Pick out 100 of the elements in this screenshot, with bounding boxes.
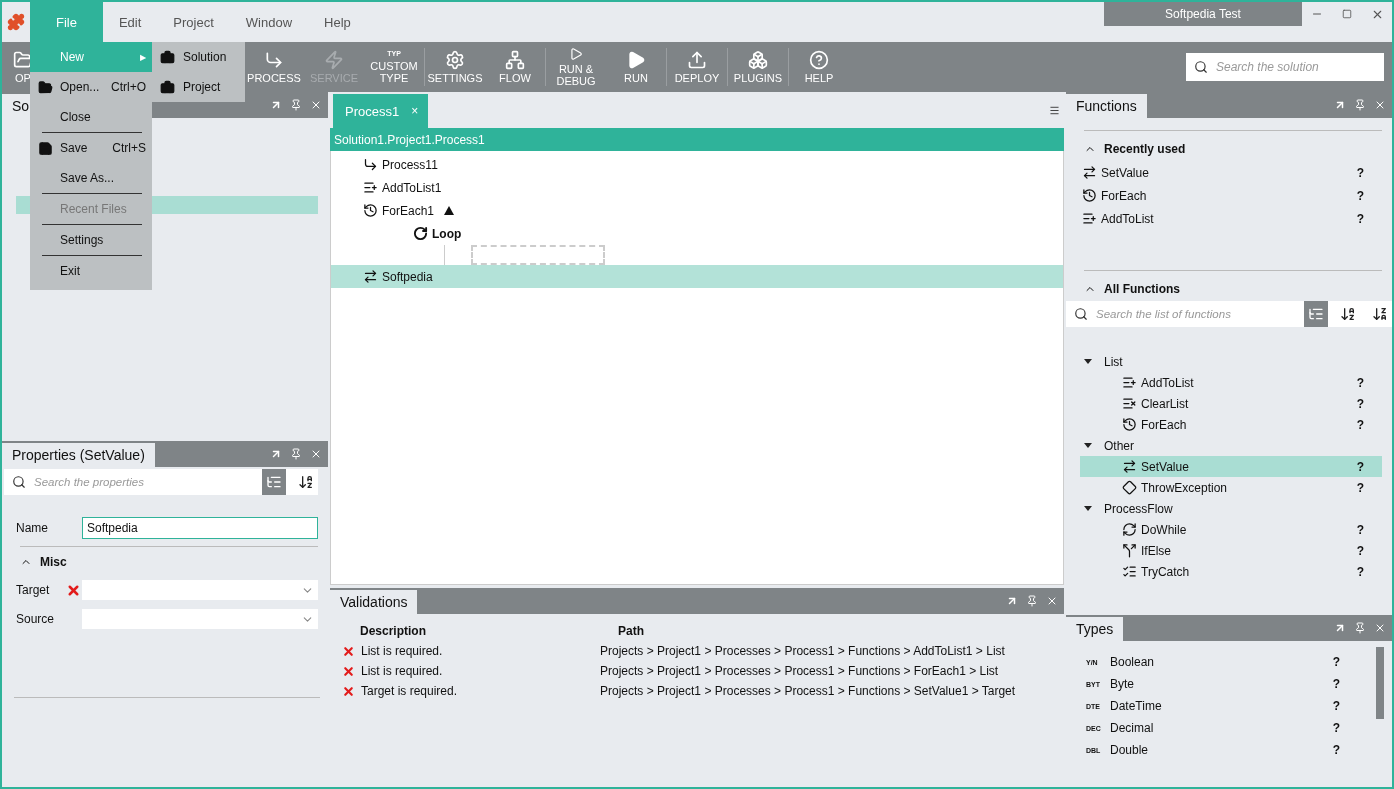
function-item[interactable]: TryCatch ? (1080, 561, 1382, 582)
toolbar-button[interactable]: PROCESS (244, 42, 304, 92)
toolbar-button[interactable]: RUN (606, 42, 666, 92)
column-header: Path (617, 624, 645, 638)
function-icon (1122, 480, 1137, 495)
node-icon (363, 269, 378, 284)
toolbar-icon (264, 50, 284, 70)
toolbar-icon (687, 50, 707, 70)
loop-node[interactable]: Loop (331, 222, 1063, 245)
scrollbar[interactable] (1376, 647, 1384, 719)
menu-item[interactable]: Help (308, 2, 367, 42)
float-icon[interactable] (1006, 595, 1018, 607)
menu-entry[interactable]: Solution (152, 42, 245, 72)
close-icon[interactable] (1046, 595, 1058, 607)
node-icon (363, 203, 378, 218)
toolbar-button[interactable]: HELP (789, 42, 849, 92)
error-icon (342, 664, 355, 678)
float-icon[interactable] (270, 448, 282, 460)
function-item[interactable]: AddToList ? (1066, 207, 1392, 230)
name-field[interactable]: Softpedia (82, 517, 318, 539)
group-row[interactable]: ProcessFlow (1066, 498, 1392, 519)
panel-tab[interactable]: Properties (SetValue) (2, 443, 155, 467)
search-icon (1074, 307, 1088, 321)
function-item[interactable]: DoWhile ? (1080, 519, 1382, 540)
pin-icon[interactable] (1354, 622, 1366, 634)
breadcrumb: Solution1.Project1.Process1 (330, 128, 1064, 151)
flow-node[interactable]: ForEach1 (331, 199, 1063, 222)
menu-item[interactable]: Window (229, 2, 309, 42)
float-icon[interactable] (1334, 622, 1346, 634)
flow-node[interactable]: Softpedia (331, 265, 1063, 288)
column-header: Description (359, 624, 427, 638)
function-item[interactable]: ClearList ? (1080, 393, 1382, 414)
toolbar-icon (445, 50, 465, 70)
toolbar-button[interactable]: SETTINGS (425, 42, 485, 92)
toolbar-button[interactable]: RUN & DEBUG (546, 42, 606, 92)
function-item[interactable]: ForEach ? (1080, 414, 1382, 435)
toolbar-icon (809, 50, 829, 70)
panel-tab[interactable]: Types (1066, 617, 1124, 641)
dropdown-field[interactable] (82, 609, 318, 629)
toolbar-icon (569, 47, 583, 61)
function-icon (1122, 396, 1137, 411)
section-title: Recently used (1104, 142, 1186, 156)
collapse-toggle[interactable] (444, 206, 455, 215)
pin-icon[interactable] (1354, 99, 1366, 111)
menu-item[interactable]: Edit (102, 2, 158, 42)
function-icon (1122, 375, 1137, 390)
menu-entry[interactable]: Settings (30, 225, 152, 255)
pin-icon[interactable] (290, 99, 302, 111)
menu-icon[interactable] (1049, 104, 1060, 116)
flow-node[interactable]: Process11 (331, 153, 1063, 176)
table-cell-text: Projects > Project1 > Processes > Process1 > Functions > SetValue1 > Target (600, 684, 1017, 698)
error-icon (342, 644, 355, 658)
function-item[interactable]: SetValue ? (1080, 456, 1382, 477)
close-icon[interactable] (310, 99, 322, 111)
field-label: Source (16, 612, 56, 626)
tree-icon (1308, 306, 1324, 322)
float-icon[interactable] (1334, 99, 1346, 111)
toolbar-button[interactable]: FLOW (485, 42, 545, 92)
toolbar-icon (13, 50, 33, 70)
panel-tab[interactable]: Functions (1066, 94, 1147, 118)
group-sort-button[interactable] (1304, 301, 1328, 327)
function-item[interactable]: IfElse ? (1080, 540, 1382, 561)
flow-node[interactable]: AddToList1 (331, 176, 1063, 199)
account-label[interactable]: Softpedia Test (1104, 2, 1302, 26)
group-row[interactable]: Other (1066, 435, 1392, 456)
menu-entry[interactable]: Save Ctrl+S (30, 133, 152, 163)
close-icon[interactable] (1374, 99, 1386, 111)
pin-icon[interactable] (1026, 595, 1038, 607)
toolbar-button[interactable]: PLUGINS (728, 42, 788, 92)
menu-entry[interactable]: Project (152, 72, 245, 102)
function-item[interactable]: SetValue ? (1066, 161, 1392, 184)
field-label: Target (16, 583, 51, 597)
folder-icon (38, 79, 53, 95)
toolbar-icon (748, 50, 768, 70)
float-icon[interactable] (270, 99, 282, 111)
menu-entry[interactable]: Exit (30, 256, 152, 286)
function-icon (1082, 165, 1097, 180)
submenu-arrow: ▶ (140, 52, 146, 62)
group-sort-button[interactable] (262, 469, 286, 495)
pin-icon[interactable] (290, 448, 302, 460)
function-item[interactable]: ThrowException ? (1080, 477, 1382, 498)
menu-item[interactable]: Project (157, 2, 230, 42)
menu-entry[interactable]: Save As... (30, 163, 152, 193)
function-item[interactable]: AddToList ? (1080, 372, 1382, 393)
loop-icon (413, 226, 428, 241)
field-label: Name (16, 521, 49, 535)
table-cell: List is required. (361, 664, 443, 678)
dropdown-field[interactable] (82, 580, 318, 600)
toolbar-icon (505, 50, 525, 70)
close-icon[interactable] (310, 448, 322, 460)
function-icon (1122, 522, 1137, 537)
function-icon (1122, 543, 1137, 558)
function-icon (1122, 564, 1137, 579)
close-icon[interactable] (1374, 622, 1386, 634)
panel-tab[interactable]: Validations (330, 590, 418, 614)
function-item[interactable]: ForEach ? (1066, 184, 1392, 207)
sort-az-icon (1340, 306, 1356, 322)
table-cell-text: Projects > Project1 > Processes > Process1 > Functions > ForEach1 > List (600, 664, 1000, 678)
toolbar-button[interactable]: DEPLOY (667, 42, 727, 92)
group-row[interactable]: List (1066, 351, 1392, 372)
